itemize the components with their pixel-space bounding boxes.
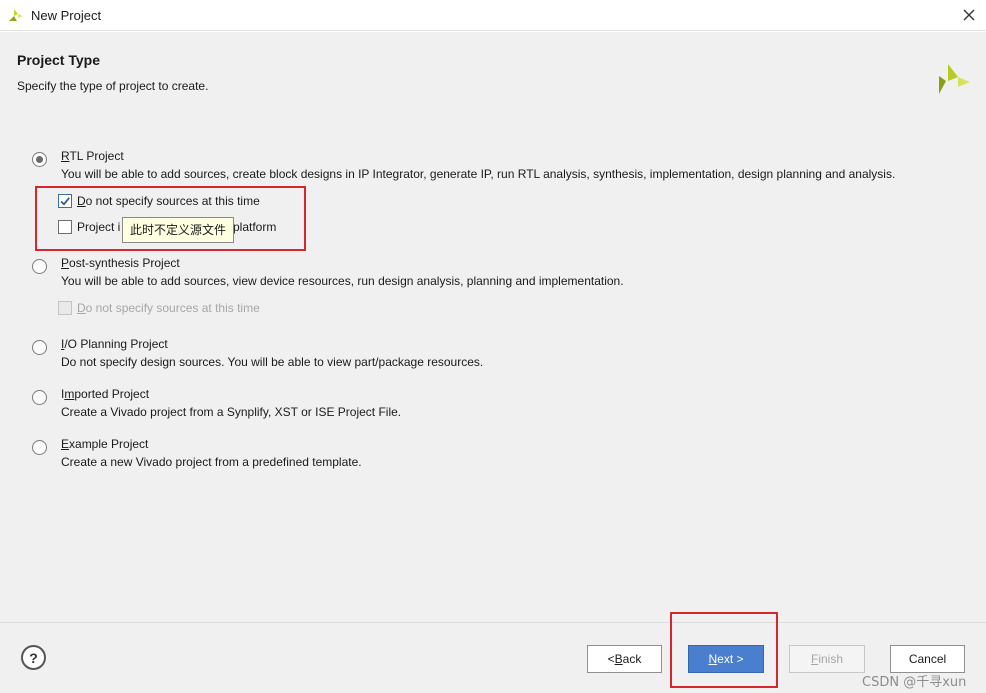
project-platform-label-start[interactable]: Project i: [77, 220, 120, 234]
io-planning-project-description: Do not specify design sources. You will …: [61, 355, 484, 369]
imported-project-radio[interactable]: [32, 390, 47, 405]
no-sources-tooltip: 此时不定义源文件: [122, 217, 235, 243]
checkmark-icon: [60, 197, 70, 206]
imported-project-label[interactable]: Imported Project: [61, 387, 149, 401]
post-synthesis-project-description: You will be able to add sources, view de…: [61, 274, 624, 288]
back-button[interactable]: < Back: [587, 645, 662, 673]
close-icon: [963, 9, 975, 21]
wizard-header: Project Type Specify the type of project…: [0, 32, 986, 114]
help-button[interactable]: ?: [21, 645, 46, 670]
finish-button[interactable]: Finish: [789, 645, 865, 673]
rtl-project-description: You will be able to add sources, create …: [61, 167, 896, 181]
wizard-footer: ? < Back Next > Finish Cancel CSDN @千寻xu…: [0, 612, 986, 693]
imported-project-description: Create a Vivado project from a Synplify,…: [61, 405, 402, 419]
next-button[interactable]: Next >: [688, 645, 764, 673]
close-window-button[interactable]: [954, 2, 984, 28]
example-project-radio[interactable]: [32, 440, 47, 455]
vivado-app-icon: [9, 9, 23, 21]
post-synthesis-no-sources-label: Do not specify sources at this time: [77, 301, 260, 315]
rtl-no-sources-checkbox[interactable]: [58, 194, 72, 208]
post-synthesis-no-sources-checkbox[interactable]: [58, 301, 72, 315]
page-title: Project Type: [17, 52, 100, 68]
post-synthesis-project-radio[interactable]: [32, 259, 47, 274]
vivado-logo-icon: [939, 64, 970, 94]
example-project-description: Create a new Vivado project from a prede…: [61, 455, 362, 469]
io-planning-project-label[interactable]: I/O Planning Project: [61, 337, 168, 351]
rtl-project-label[interactable]: RTL Project: [61, 149, 124, 163]
rtl-project-radio[interactable]: [32, 152, 47, 167]
window-title: New Project: [31, 8, 102, 23]
project-platform-label-end[interactable]: platform: [233, 220, 276, 234]
post-synthesis-project-label[interactable]: Post-synthesis Project: [61, 256, 180, 270]
example-project-label[interactable]: Example Project: [61, 437, 148, 451]
cancel-button[interactable]: Cancel: [890, 645, 965, 673]
project-type-options: RTL Project You will be able to add sour…: [0, 114, 986, 622]
window-titlebar[interactable]: New Project: [0, 0, 986, 31]
io-planning-project-radio[interactable]: [32, 340, 47, 355]
page-subtitle: Specify the type of project to create.: [17, 79, 209, 93]
rtl-no-sources-label[interactable]: Do not specify sources at this time: [77, 194, 260, 208]
csdn-watermark: CSDN @千寻xun: [862, 675, 967, 690]
project-platform-checkbox[interactable]: [58, 220, 72, 234]
